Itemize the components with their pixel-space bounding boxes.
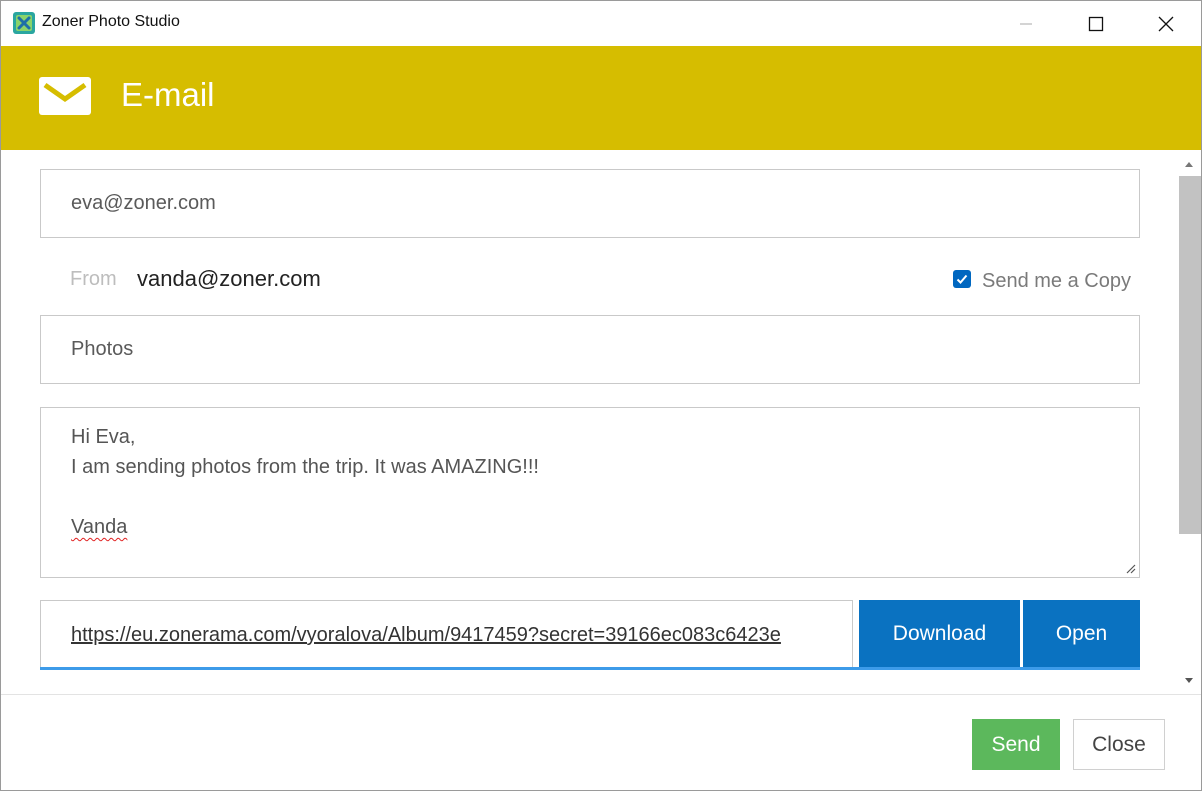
minimize-button[interactable] — [991, 1, 1061, 46]
maximize-icon — [1088, 16, 1104, 31]
close-icon — [1158, 16, 1174, 31]
body-line-signature: Vanda — [71, 512, 1109, 542]
send-copy-label[interactable]: Send me a Copy — [982, 270, 1131, 293]
message-body-field[interactable]: Hi Eva, I am sending photos from the tri… — [40, 407, 1140, 578]
scroll-down-button[interactable] — [1181, 673, 1197, 689]
app-title: Zoner Photo Studio — [42, 13, 180, 30]
arrow-down-icon — [1185, 678, 1193, 683]
page-title: E-mail — [121, 76, 215, 113]
zoner-app-icon — [13, 12, 35, 34]
link-focus-underline — [40, 667, 1140, 670]
checkmark-icon — [956, 274, 968, 284]
send-copy-checkbox[interactable] — [953, 270, 971, 288]
send-button[interactable]: Send — [972, 719, 1060, 770]
window-close-button[interactable] — [1131, 1, 1201, 46]
arrow-up-icon — [1185, 162, 1193, 167]
subject-field[interactable]: Photos — [40, 315, 1140, 384]
album-link[interactable]: https://eu.zonerama.com/vyoralova/Album/… — [71, 624, 781, 647]
scrollbar-thumb[interactable] — [1179, 176, 1201, 534]
open-button[interactable]: Open — [1023, 600, 1140, 667]
scroll-up-button[interactable] — [1181, 156, 1197, 172]
body-line — [71, 482, 1109, 512]
envelope-icon — [39, 77, 91, 115]
footer-divider — [1, 694, 1201, 695]
close-button[interactable]: Close — [1073, 719, 1165, 770]
maximize-button[interactable] — [1061, 1, 1131, 46]
minimize-icon — [1020, 23, 1032, 24]
to-field[interactable]: eva@zoner.com — [40, 169, 1140, 238]
body-line: I am sending photos from the trip. It wa… — [71, 456, 539, 478]
body-line: Hi Eva, — [71, 426, 136, 448]
title-bar: Zoner Photo Studio — [1, 1, 1201, 46]
download-button[interactable]: Download — [859, 600, 1020, 667]
from-value: vanda@zoner.com — [137, 266, 321, 291]
album-link-field[interactable]: https://eu.zonerama.com/vyoralova/Album/… — [40, 600, 853, 669]
from-label: From — [70, 268, 117, 290]
signature-text: Vanda — [71, 516, 128, 538]
email-header: E-mail — [1, 46, 1201, 150]
email-dialog-window: Zoner Photo Studio E-mail eva@zoner.com … — [0, 0, 1202, 791]
resize-grip-icon[interactable] — [1124, 562, 1136, 574]
